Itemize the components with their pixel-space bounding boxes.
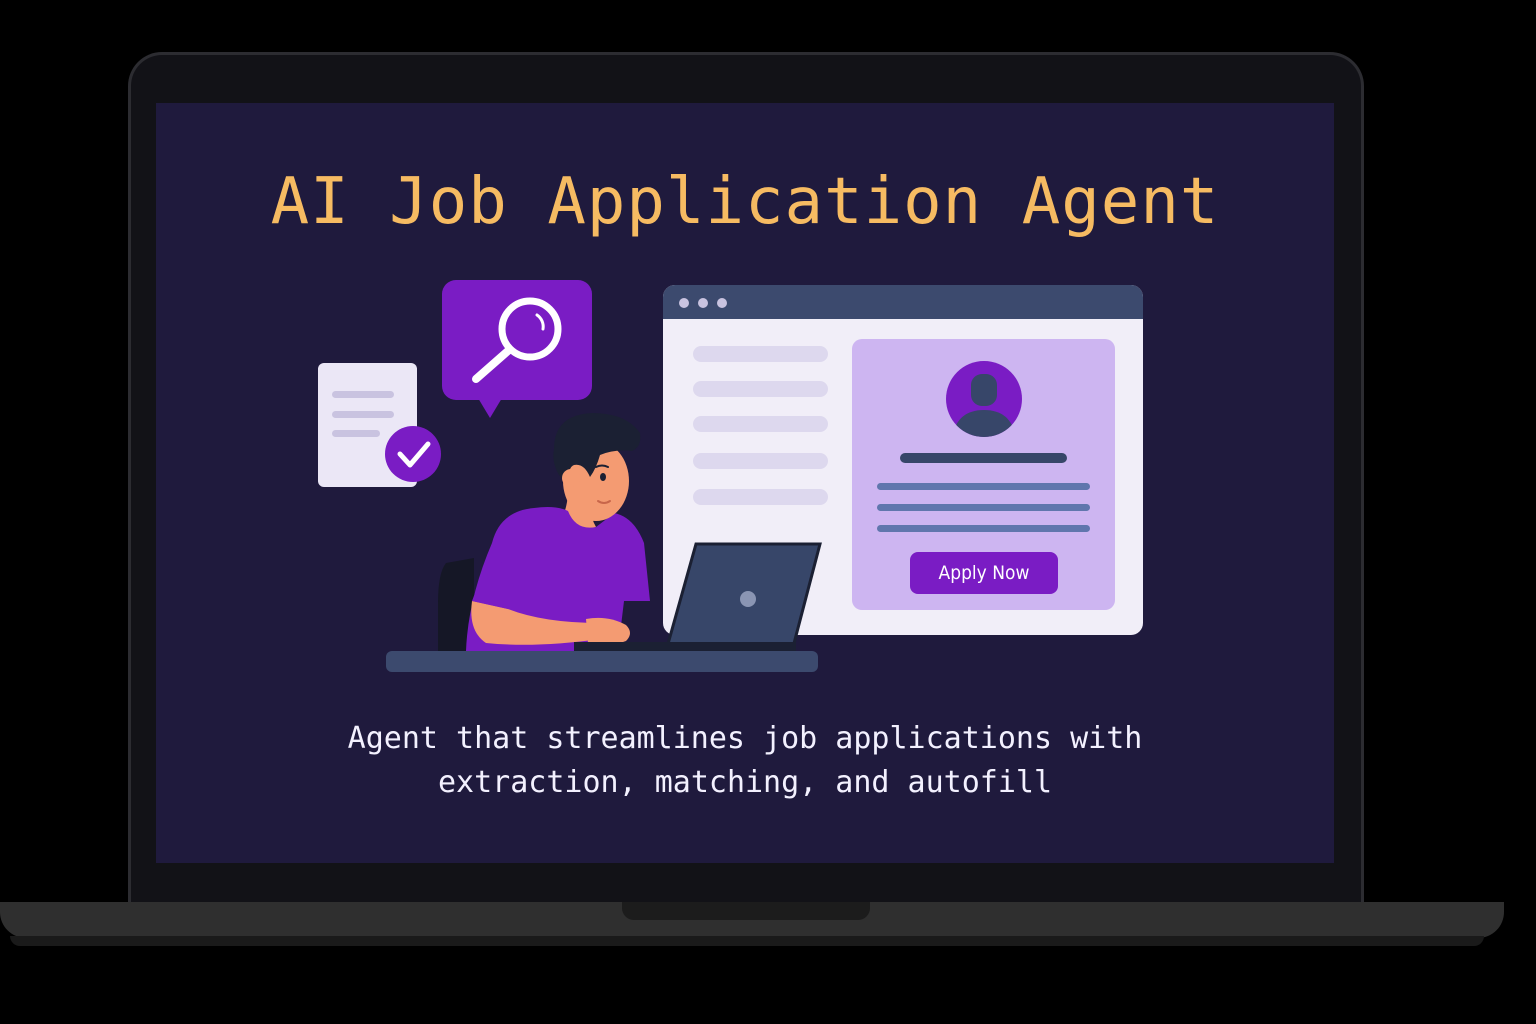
desk bbox=[386, 651, 818, 672]
laptop-base-shadow bbox=[10, 936, 1484, 946]
tagline-line-1: Agent that streamlines job applications … bbox=[347, 721, 1143, 756]
laptop-notch bbox=[622, 902, 870, 920]
tagline: Agent that streamlines job applications … bbox=[156, 717, 1334, 805]
tagline-line-2: extraction, matching, and autofill bbox=[437, 765, 1053, 800]
document-check-icon bbox=[318, 363, 441, 487]
person-at-laptop bbox=[466, 413, 650, 651]
stage: AI Job Application Agent Apply Now Agent… bbox=[0, 0, 1536, 1024]
checkmark-icon bbox=[385, 426, 441, 482]
search-bubble bbox=[442, 280, 592, 418]
laptop-screen: AI Job Application Agent Apply Now Agent… bbox=[156, 103, 1334, 863]
apply-now-button[interactable]: Apply Now bbox=[910, 552, 1058, 594]
